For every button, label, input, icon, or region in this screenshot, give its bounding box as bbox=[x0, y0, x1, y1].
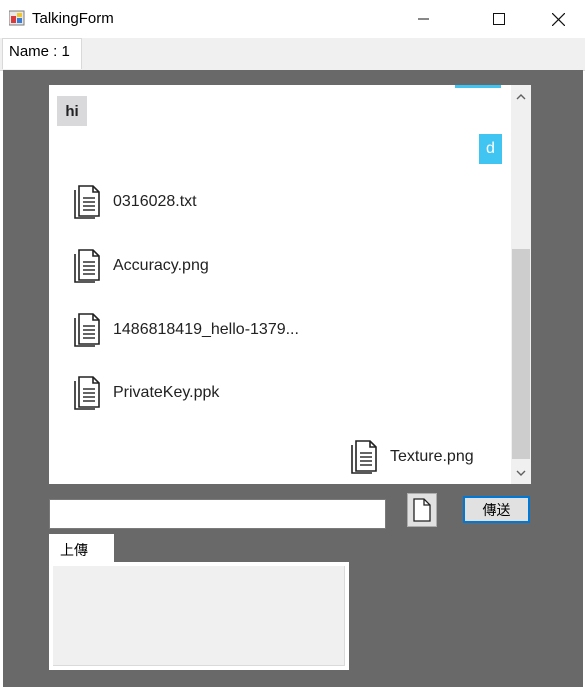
document-icon bbox=[74, 249, 100, 283]
document-icon bbox=[351, 440, 377, 474]
chevron-up-icon bbox=[516, 94, 526, 100]
tab-upload[interactable]: 上傳 bbox=[49, 534, 114, 563]
file-message[interactable]: 1486818419_hello-1379... bbox=[73, 310, 299, 350]
file-message[interactable]: Accuracy.png bbox=[73, 246, 209, 286]
attach-file-button[interactable] bbox=[407, 493, 437, 527]
partial-message-bubble bbox=[455, 85, 501, 88]
document-icon bbox=[74, 185, 100, 219]
file-message[interactable]: PrivateKey.ppk bbox=[73, 373, 219, 413]
scrollbar-thumb[interactable] bbox=[512, 249, 530, 459]
file-name: 0316028.txt bbox=[113, 193, 197, 210]
upload-panel-content bbox=[53, 566, 345, 666]
file-message[interactable]: 0316028.txt bbox=[73, 182, 197, 222]
file-name: 1486818419_hello-1379... bbox=[113, 321, 299, 338]
file-name: Accuracy.png bbox=[113, 257, 209, 274]
file-name: PrivateKey.ppk bbox=[113, 384, 220, 401]
upload-panel bbox=[49, 562, 349, 670]
message-bubble-received: hi bbox=[57, 96, 87, 126]
document-icon bbox=[74, 376, 100, 410]
minimize-icon bbox=[418, 18, 429, 20]
chevron-down-icon bbox=[516, 470, 526, 476]
tab-strip bbox=[0, 38, 585, 71]
message-input[interactable] bbox=[49, 499, 386, 529]
tab-name-1[interactable]: Name : 1 bbox=[2, 38, 82, 69]
close-button[interactable] bbox=[535, 0, 581, 38]
app-icon bbox=[9, 10, 25, 26]
minimize-button[interactable] bbox=[401, 0, 447, 38]
maximize-icon bbox=[493, 13, 505, 25]
scroll-up-button[interactable] bbox=[511, 88, 531, 106]
scroll-down-button[interactable] bbox=[511, 464, 531, 482]
file-icon bbox=[413, 498, 431, 522]
window-title: TalkingForm bbox=[32, 10, 114, 27]
message-bubble-sent: d bbox=[479, 134, 502, 164]
document-icon bbox=[74, 313, 100, 347]
maximize-button[interactable] bbox=[476, 0, 522, 38]
file-name: Texture.png bbox=[390, 448, 474, 465]
send-button[interactable]: 傳送 bbox=[463, 496, 530, 523]
file-message[interactable]: Texture.png bbox=[350, 437, 474, 477]
close-icon bbox=[551, 12, 565, 26]
